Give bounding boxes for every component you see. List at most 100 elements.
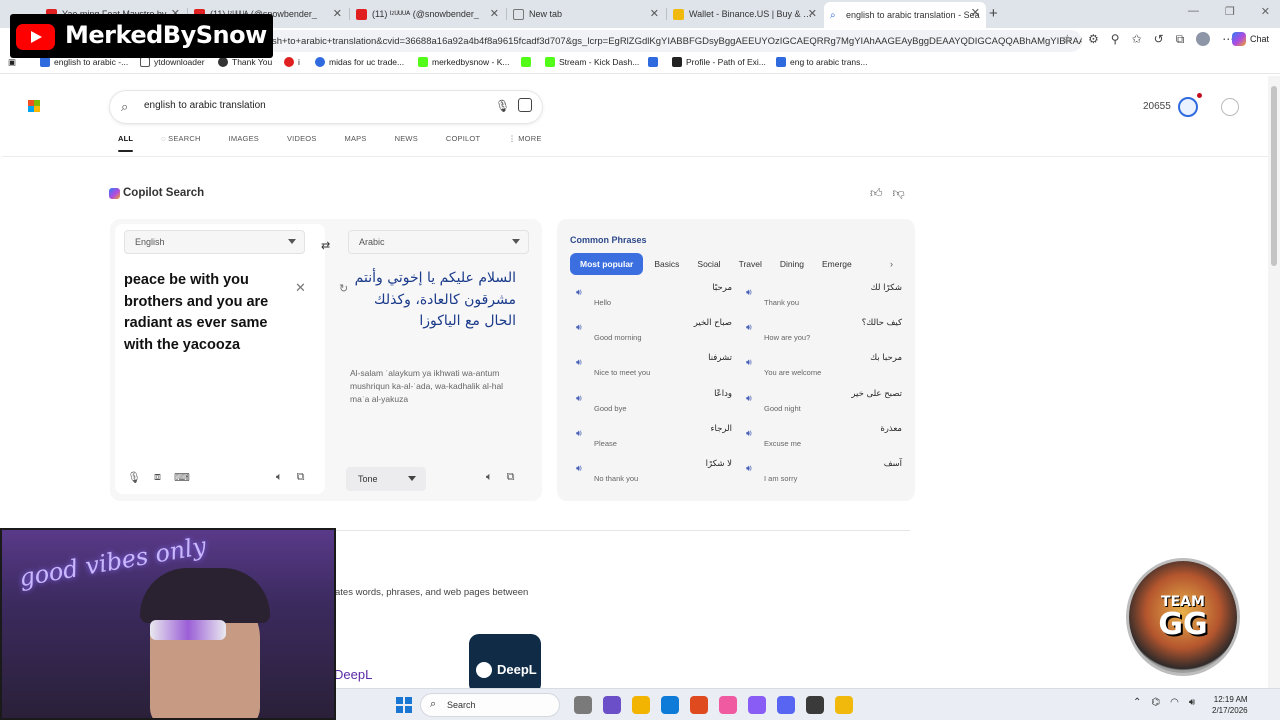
office-icon[interactable] <box>690 696 708 714</box>
volume-icon[interactable]: 🔊︎ <box>1189 697 1195 708</box>
user-account-icon[interactable] <box>1221 98 1239 116</box>
profile-avatar[interactable] <box>1196 32 1211 46</box>
tab-more[interactable]: ⋮ MORE <box>508 134 541 143</box>
phrase-item[interactable]: 🔊︎ شكرًا لك Thank you <box>742 283 902 315</box>
tab-images[interactable]: IMAGES <box>229 134 259 143</box>
favorite-star-icon[interactable]: ☆ <box>1062 32 1073 46</box>
phrase-item[interactable]: 🔊︎ لا شكرًا No thank you <box>572 459 732 491</box>
tab-all[interactable]: ALL <box>118 134 134 152</box>
phrase-item[interactable]: 🔊︎ مرحبًا Hello <box>572 283 732 315</box>
category-social[interactable]: Social <box>690 253 727 275</box>
teams-icon[interactable] <box>603 696 621 714</box>
phrase-item[interactable]: 🔊︎ كيف حالك؟ How are you? <box>742 318 902 350</box>
category-emergency[interactable]: Emerge <box>815 253 859 275</box>
speaker-icon[interactable]: 🔊︎ <box>576 428 582 439</box>
bookmark-item[interactable]: Profile - Path of Exi... <box>672 57 766 67</box>
bookmark-item[interactable]: english to arabic -... <box>40 57 128 67</box>
phrase-item[interactable]: 🔊︎ الرجاء Please <box>572 424 732 456</box>
tab-news[interactable]: NEWS <box>395 134 418 143</box>
category-most-popular[interactable]: Most popular <box>570 253 644 275</box>
wifi-icon[interactable]: ◠ <box>1170 697 1179 708</box>
category-travel[interactable]: Travel <box>732 253 769 275</box>
bookmark-item[interactable]: Thank You <box>218 57 272 67</box>
folder-icon[interactable] <box>632 696 650 714</box>
phrase-item[interactable]: 🔊︎ معذرة Excuse me <box>742 424 902 456</box>
browser-essentials-icon[interactable]: ⚲ <box>1111 32 1120 47</box>
steam-icon[interactable] <box>806 696 824 714</box>
tone-select[interactable]: Tone <box>346 467 426 491</box>
close-tab-icon[interactable]: ✕ <box>650 7 659 20</box>
url-field[interactable]: sh+to+arabic+translation&cvid=36688a16a9… <box>262 30 1082 52</box>
search-icon[interactable]: ⌕ <box>121 99 128 115</box>
maximize-icon[interactable]: ❐ <box>1225 5 1235 18</box>
bookmark-item[interactable]: merkedbysnow - K... <box>418 57 509 67</box>
target-language-select[interactable]: Arabic <box>348 230 529 254</box>
visual-search-icon[interactable] <box>518 98 532 112</box>
tab-snowbender-2[interactable]: (11) ᴵᶻᵁᵁᵁᴬ (@snowbender_ ✕ <box>350 3 505 25</box>
speaker-icon[interactable]: 🔊︎ <box>746 322 752 333</box>
windows-start-icon[interactable] <box>396 697 412 713</box>
category-basics[interactable]: Basics <box>647 253 686 275</box>
speaker-icon[interactable]: 🔊︎ <box>576 322 582 333</box>
phrase-item[interactable]: 🔊︎ صباح الخير Good morning <box>572 318 732 350</box>
scrollbar-thumb[interactable] <box>1271 86 1277 266</box>
speaker-icon[interactable]: 🔈︎ <box>276 471 283 484</box>
chevron-right-icon[interactable]: › <box>890 259 893 269</box>
search-box[interactable]: ⌕ english to arabic translation 🎙 <box>110 91 542 123</box>
copilot-icon[interactable] <box>748 696 766 714</box>
swap-languages-icon[interactable]: ⇄ <box>321 239 330 252</box>
speaker-icon[interactable]: 🔊︎ <box>576 287 582 298</box>
tab-bing-search[interactable]: ⌕ english to arabic translation - Sea ✕ <box>824 2 986 28</box>
keyboard-icon[interactable]: ⌨ <box>174 471 190 484</box>
binance-icon[interactable] <box>835 696 853 714</box>
bookmark-item[interactable]: i <box>284 57 300 67</box>
favorites-icon[interactable]: ✩ <box>1132 32 1142 47</box>
tab-new-tab[interactable]: New tab ✕ <box>507 3 665 25</box>
source-text-input[interactable]: peace be with you brothers and you are r… <box>124 270 289 356</box>
close-window-icon[interactable]: ✕ <box>1261 5 1270 18</box>
tab-copilot[interactable]: COPILOT <box>446 134 480 143</box>
phrase-item[interactable]: 🔊︎ آسف I am sorry <box>742 459 902 491</box>
speaker-icon[interactable]: 🔊︎ <box>576 357 582 368</box>
media-app-icon[interactable] <box>719 696 737 714</box>
copy-icon[interactable]: ⧉ <box>297 471 305 484</box>
microsoft-logo-icon[interactable] <box>28 100 40 112</box>
edge-icon[interactable] <box>661 696 679 714</box>
extensions-icon[interactable]: ⚙ <box>1088 32 1099 47</box>
page-scrollbar[interactable] <box>1268 76 1280 688</box>
search-query[interactable]: english to arabic translation <box>144 100 266 111</box>
deepl-result-link[interactable]: DeepL <box>334 667 372 682</box>
phrase-item[interactable]: 🔊︎ تشرفنا Nice to meet you <box>572 353 732 385</box>
clear-text-icon[interactable]: ✕ <box>295 280 306 296</box>
bookmark-item[interactable]: Stream - Kick Dash... <box>545 57 639 67</box>
bookmark-folder[interactable]: ytdownloader <box>140 57 205 67</box>
close-tab-icon[interactable]: ✕ <box>808 7 817 20</box>
speaker-icon[interactable]: 🔊︎ <box>746 428 752 439</box>
tab-maps[interactable]: MAPS <box>345 134 367 143</box>
speaker-icon[interactable]: 🔊︎ <box>746 393 752 404</box>
deepl-logo-tile[interactable]: DeepL <box>469 634 541 688</box>
voice-search-icon[interactable]: 🎙 <box>495 99 510 113</box>
speaker-icon[interactable]: 🔊︎ <box>746 463 752 474</box>
tab-videos[interactable]: VIDEOS <box>287 134 317 143</box>
copy-icon[interactable]: ⧉ <box>507 471 515 484</box>
bookmark-item[interactable] <box>521 57 535 67</box>
microphone-icon[interactable]: 🎙︎ <box>127 471 141 484</box>
new-tab-button[interactable]: + <box>989 5 998 22</box>
tab-search[interactable]: ◌ SEARCH <box>161 134 200 143</box>
history-icon[interactable]: ↺ <box>1154 32 1164 47</box>
bookmark-item[interactable]: eng to arabic trans... <box>776 57 868 67</box>
minimize-icon[interactable]: — <box>1188 5 1199 18</box>
phrase-item[interactable]: 🔊︎ تصبح على خير Good night <box>742 389 902 421</box>
discord-icon[interactable] <box>777 696 795 714</box>
file-explorer-icon[interactable] <box>574 696 592 714</box>
close-tab-icon[interactable]: ✕ <box>333 7 342 20</box>
phrase-item[interactable]: 🔊︎ وداعًا Good bye <box>572 389 732 421</box>
speaker-icon[interactable]: 🔊︎ <box>576 393 582 404</box>
refresh-translation-icon[interactable]: ↻ <box>339 282 348 295</box>
taskbar-search[interactable]: ⌕ Search <box>420 693 560 717</box>
speaker-icon[interactable]: 🔊︎ <box>576 463 582 474</box>
close-tab-icon[interactable]: ✕ <box>971 6 980 19</box>
close-tab-icon[interactable]: ✕ <box>490 7 499 20</box>
tab-binance[interactable]: Wallet - Binance.US | Buy & Sell C ✕ <box>667 3 823 25</box>
